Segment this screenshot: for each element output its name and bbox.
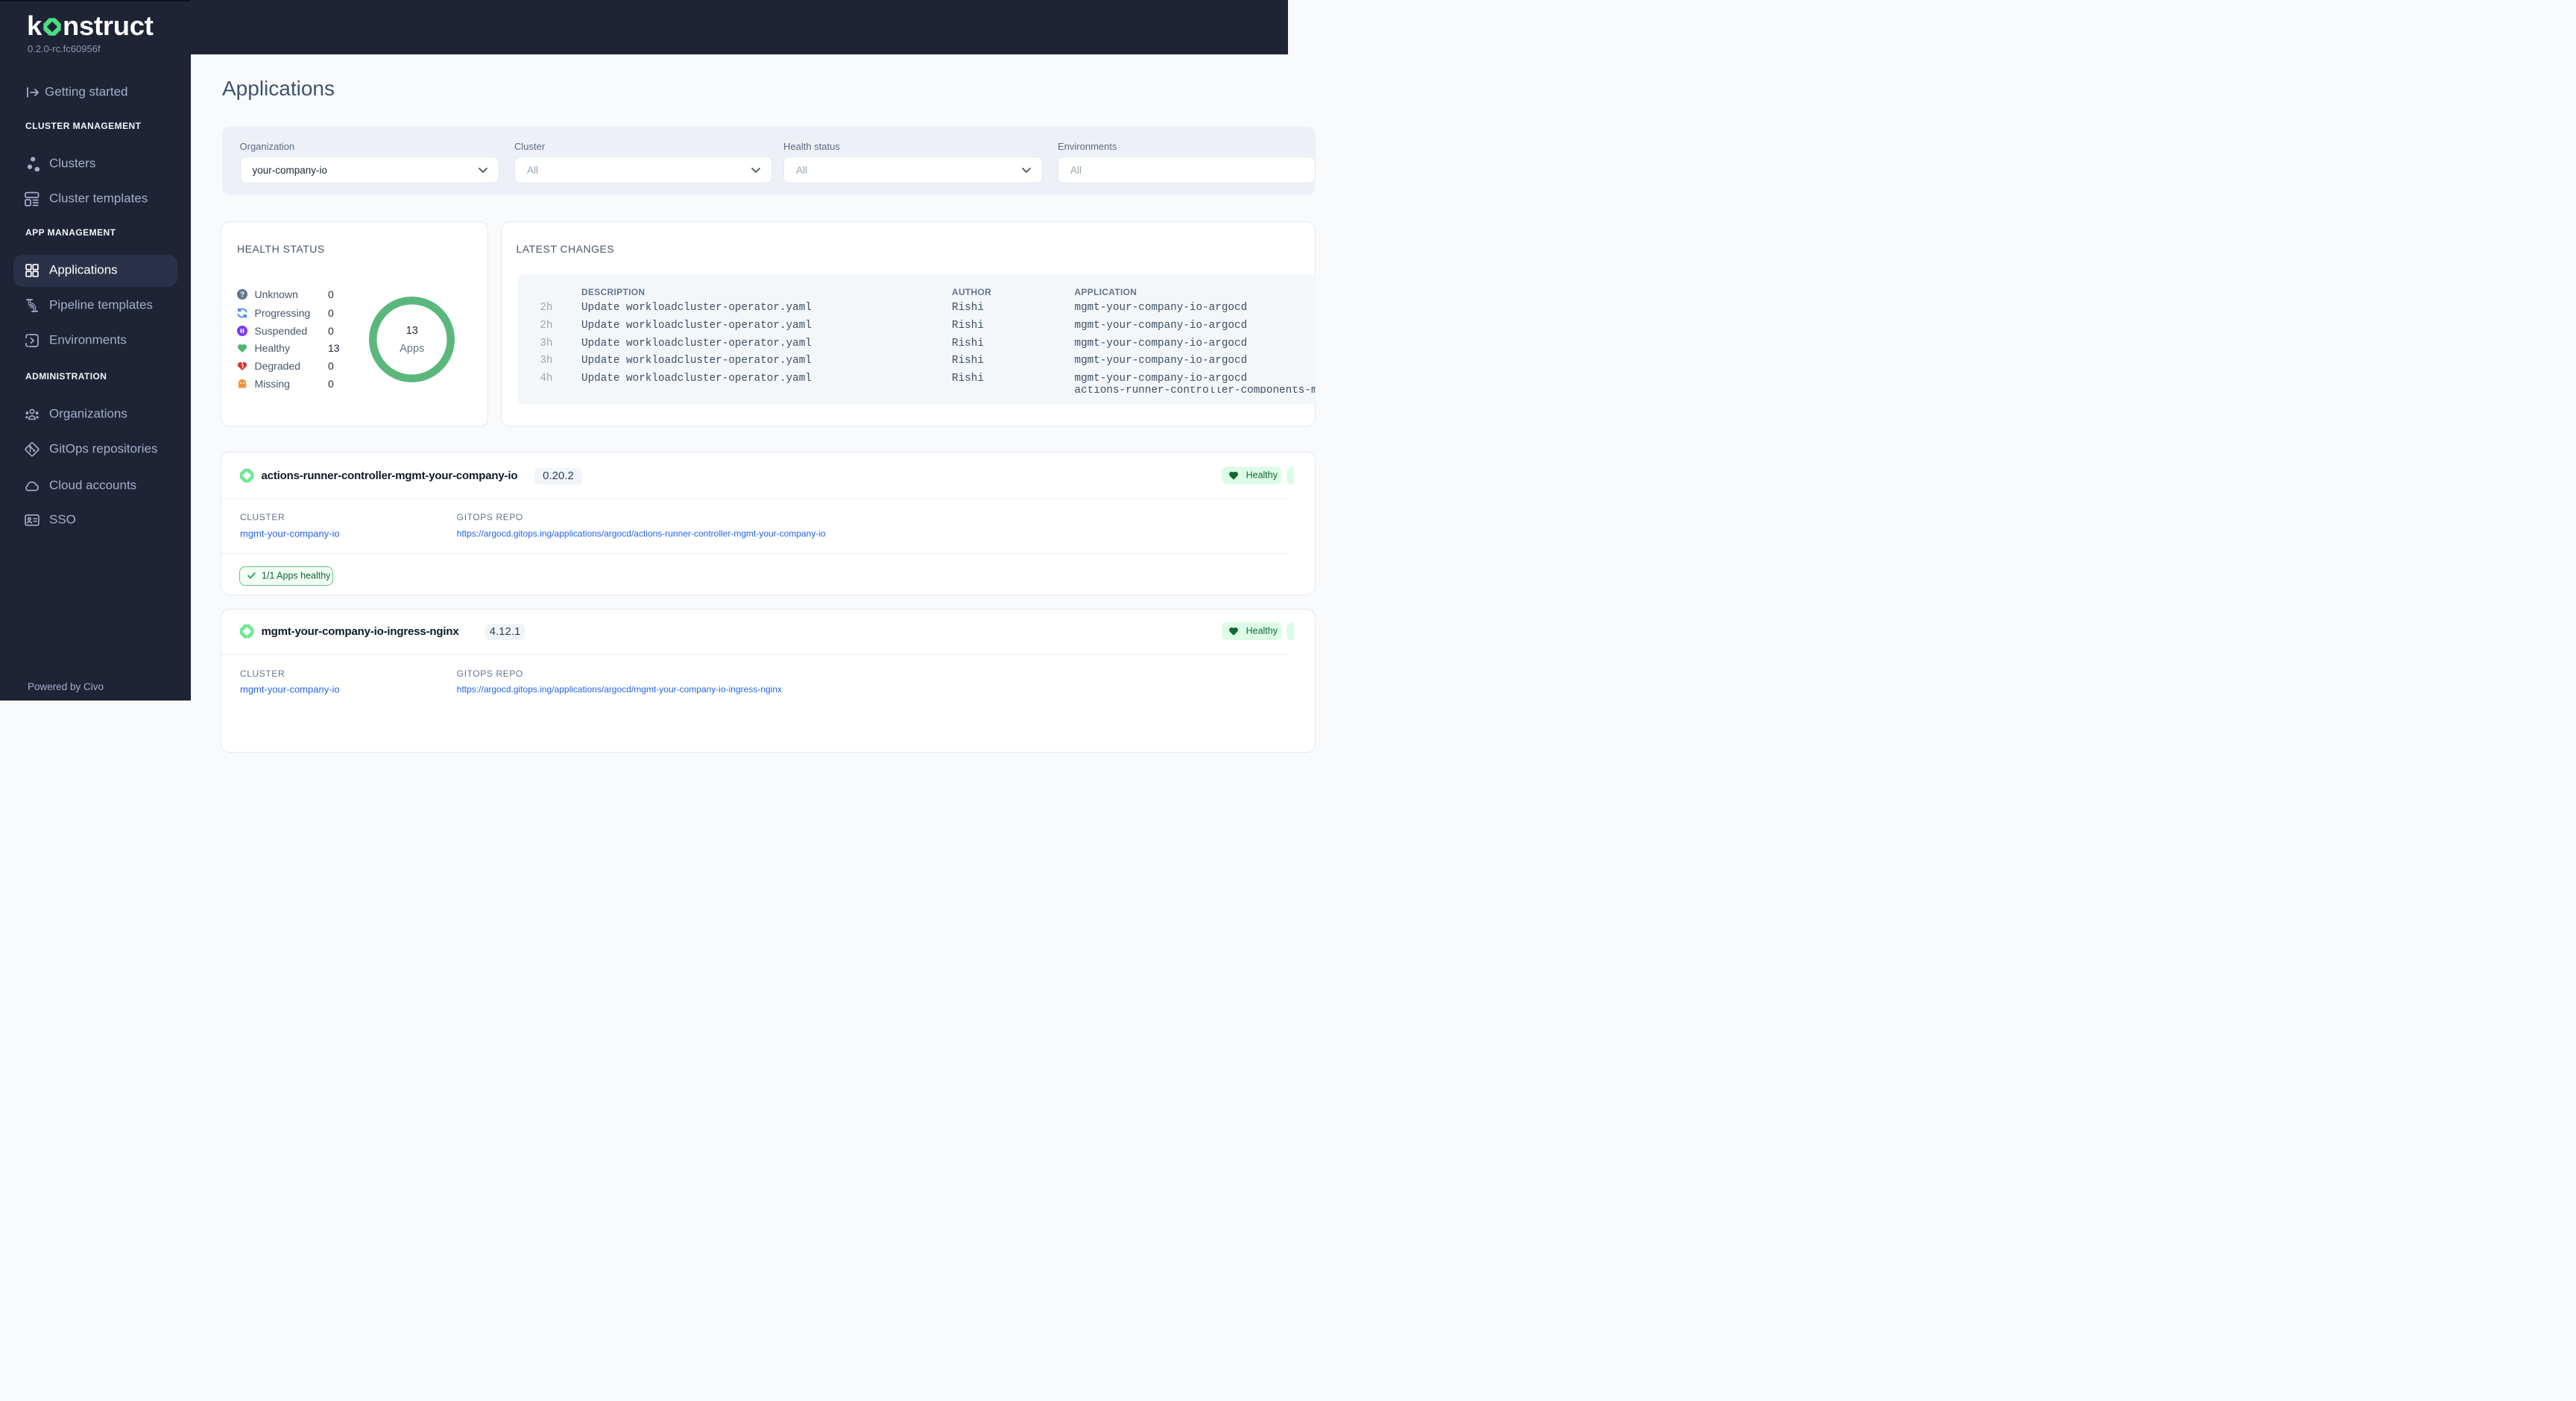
- svg-text:?: ?: [240, 291, 244, 300]
